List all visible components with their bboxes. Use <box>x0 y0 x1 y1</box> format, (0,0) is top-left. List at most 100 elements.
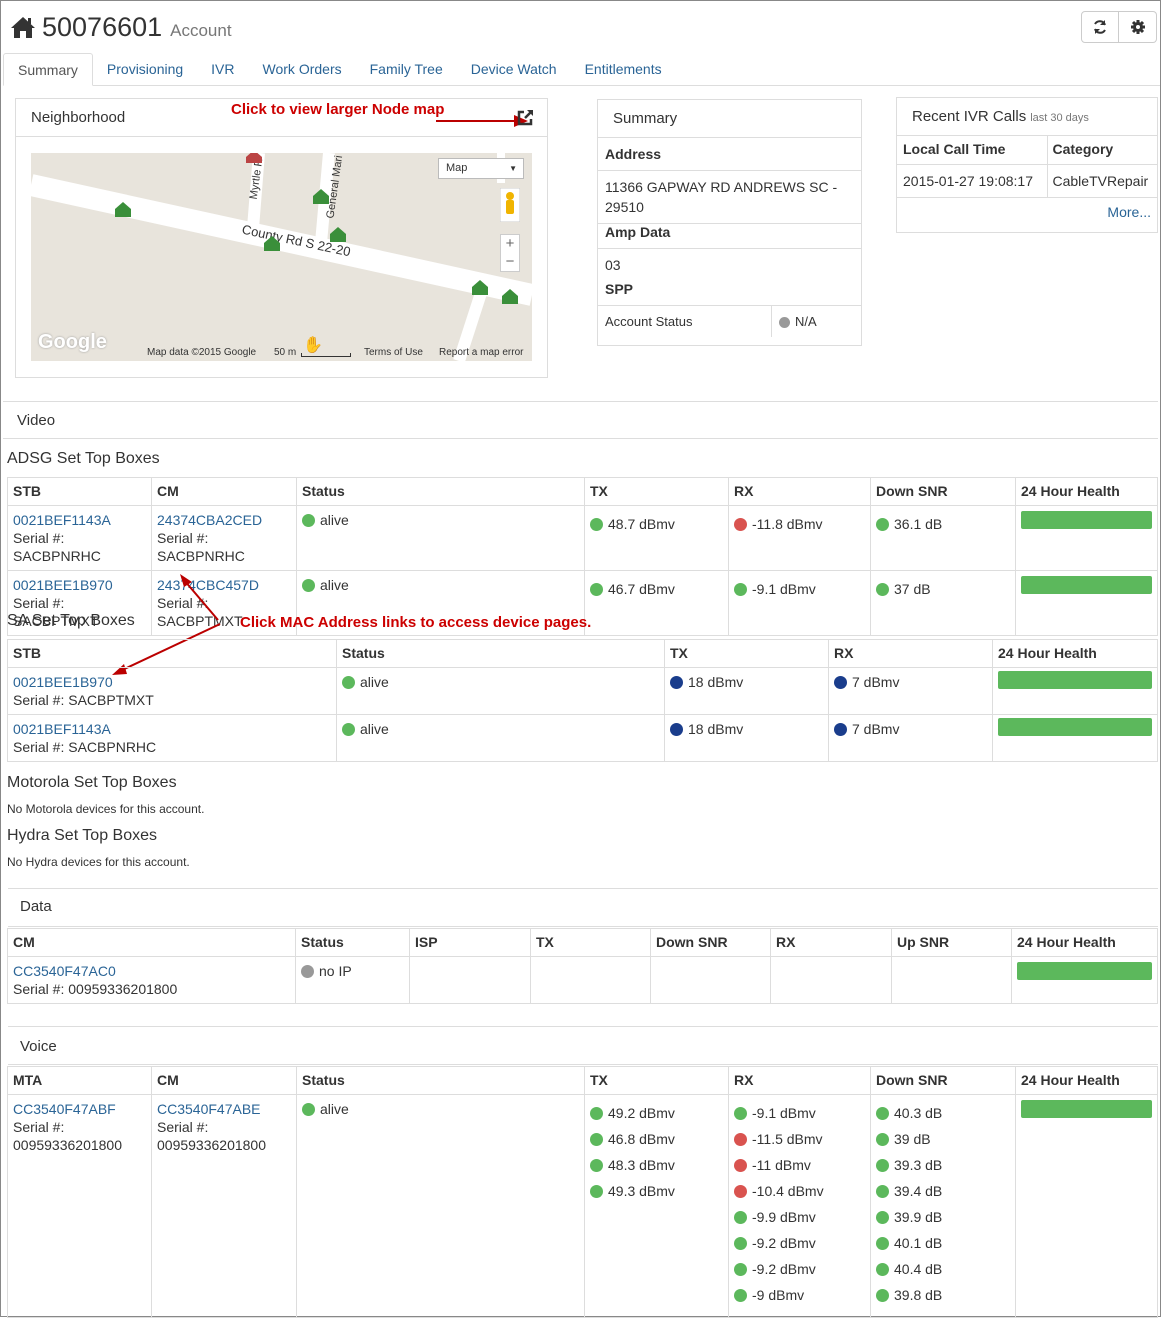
map-data-credit: Map data ©2015 Google <box>147 347 257 358</box>
tx-value: 46.7 dBmv <box>608 581 675 597</box>
report-error-link[interactable]: Report a map error <box>439 347 523 358</box>
down-snr-cell <box>650 956 771 1004</box>
signal-text: 49.2 dBmv <box>608 1105 675 1121</box>
status-dot <box>302 579 315 592</box>
signal-text: -9.9 dBmv <box>752 1209 816 1225</box>
tab-family-tree[interactable]: Family Tree <box>356 53 457 85</box>
stb-mac-link[interactable]: 0021BEE1B970 <box>13 674 113 690</box>
map-scale: 50 m <box>274 347 297 358</box>
stb-mac-link[interactable]: 0021BEE1B970 <box>13 577 113 593</box>
status-text: no IP <box>319 963 352 979</box>
signal-text: -9.2 dBmv <box>752 1235 816 1251</box>
cm-mac-link[interactable]: CC3540F47ABE <box>157 1101 261 1117</box>
account-status-label: Account Status <box>598 306 772 337</box>
col-health: 24 Hour Health <box>1011 928 1158 957</box>
terms-link[interactable]: Terms of Use <box>364 347 423 358</box>
account-number: 50076601 <box>42 11 163 42</box>
tab-entitlements[interactable]: Entitlements <box>571 53 676 85</box>
rx-value: 7 dBmv <box>852 674 900 690</box>
zoom-out-button[interactable]: − <box>501 253 519 271</box>
status-dot <box>302 1103 315 1116</box>
data-title: Data <box>20 898 52 915</box>
tab-bar: Summary Provisioning IVR Work Orders Fam… <box>3 53 1160 86</box>
snr-value: 36.1 dB <box>894 516 943 532</box>
divider <box>8 888 1158 889</box>
pegman-icon[interactable] <box>500 188 520 222</box>
status-dot <box>734 1289 747 1302</box>
col-rx: RX <box>728 477 871 506</box>
col-cm: CM <box>7 928 296 957</box>
cm-mac-link[interactable]: 24374CBA2CED <box>157 512 262 528</box>
health-bar <box>1021 576 1152 594</box>
ivr-more-link[interactable]: More... <box>1107 204 1151 220</box>
table-row: CC3540F47AC0 Serial #: 00959336201800 no … <box>7 956 1158 1004</box>
health-bar <box>998 671 1152 689</box>
map-type-select[interactable]: Map ▼ <box>438 158 524 179</box>
ivr-col-time: Local Call Time <box>897 136 1048 165</box>
spp-label: SPP <box>605 281 634 297</box>
stb-serial: Serial #: SACBPNRHC <box>13 739 157 755</box>
col-tx: TX <box>584 477 729 506</box>
divider <box>8 1064 1158 1065</box>
cm-mac-link[interactable]: CC3540F47AC0 <box>13 963 116 979</box>
tab-device-watch[interactable]: Device Watch <box>457 53 571 85</box>
signal-value: -9.2 dBmv <box>734 1260 865 1278</box>
home-icon[interactable] <box>10 15 36 39</box>
status-dot <box>876 1185 889 1198</box>
gear-icon <box>1130 20 1145 34</box>
col-tx: TX <box>584 1066 729 1095</box>
refresh-button[interactable] <box>1081 11 1119 43</box>
status-dot <box>590 1159 603 1172</box>
zoom-in-button[interactable]: + <box>501 235 519 253</box>
neighborhood-map[interactable]: County Rd S 22-20 Myrtle R General Mari … <box>31 153 532 361</box>
status-dot <box>302 514 315 527</box>
signal-value: -10.4 dBmv <box>734 1182 865 1200</box>
rx-cell <box>770 956 892 1004</box>
ivr-col-category: Category <box>1046 136 1157 165</box>
tx-value: 48.7 dBmv <box>608 516 675 532</box>
col-down-snr: Down SNR <box>870 1066 1016 1095</box>
stb-serial: Serial #: SACBPTMXT <box>13 692 154 708</box>
status-dot <box>876 518 889 531</box>
status-dot <box>342 723 355 736</box>
status-dot <box>670 676 683 689</box>
summary-header: Summary <box>598 100 861 138</box>
stb-mac-link[interactable]: 0021BEF1143A <box>13 721 111 737</box>
col-health: 24 Hour Health <box>1015 1066 1158 1095</box>
tab-ivr[interactable]: IVR <box>197 53 248 85</box>
map-type-label: Map <box>446 162 468 174</box>
signal-text: -11.5 dBmv <box>752 1131 823 1147</box>
ivr-call-time: 2015-01-27 19:08:17 <box>897 163 1048 198</box>
external-link-icon[interactable] <box>516 109 534 127</box>
mta-mac-link[interactable]: CC3540F47ABF <box>13 1101 116 1117</box>
voice-table: MTA CM Status TX RX Down SNR 24 Hour Hea… <box>7 1066 1158 1318</box>
status-dot <box>876 583 889 596</box>
status-text: alive <box>360 674 389 690</box>
google-logo: Google <box>38 331 107 353</box>
summary-panel: Summary Address 11366 GAPWAY RD ANDREWS … <box>597 99 862 346</box>
status-text: alive <box>320 512 349 528</box>
tab-summary[interactable]: Summary <box>3 53 93 86</box>
status-text: alive <box>320 577 349 593</box>
tab-provisioning[interactable]: Provisioning <box>93 53 197 85</box>
status-dot <box>734 1107 747 1120</box>
tab-work-orders[interactable]: Work Orders <box>249 53 356 85</box>
health-bar <box>1021 511 1152 529</box>
col-status: Status <box>296 477 585 506</box>
col-health: 24 Hour Health <box>1015 477 1158 506</box>
account-header: 50076601 Account <box>10 10 232 44</box>
ivr-table: Local Call Time Category 2015-01-27 19:08… <box>897 136 1157 198</box>
col-status: Status <box>296 1066 585 1095</box>
signal-value: -11 dBmv <box>734 1156 865 1174</box>
signal-value: 39 dB <box>876 1130 1010 1148</box>
settings-button[interactable] <box>1119 11 1157 43</box>
health-bar <box>1021 1100 1152 1118</box>
status-dot <box>342 676 355 689</box>
stb-mac-link[interactable]: 0021BEF1143A <box>13 512 111 528</box>
status-dot <box>876 1237 889 1250</box>
hydra-note: No Hydra devices for this account. <box>7 855 190 869</box>
signal-value: 40.4 dB <box>876 1260 1010 1278</box>
col-cm: CM <box>151 477 297 506</box>
signal-text: 40.3 dB <box>894 1105 943 1121</box>
status-dot <box>876 1159 889 1172</box>
